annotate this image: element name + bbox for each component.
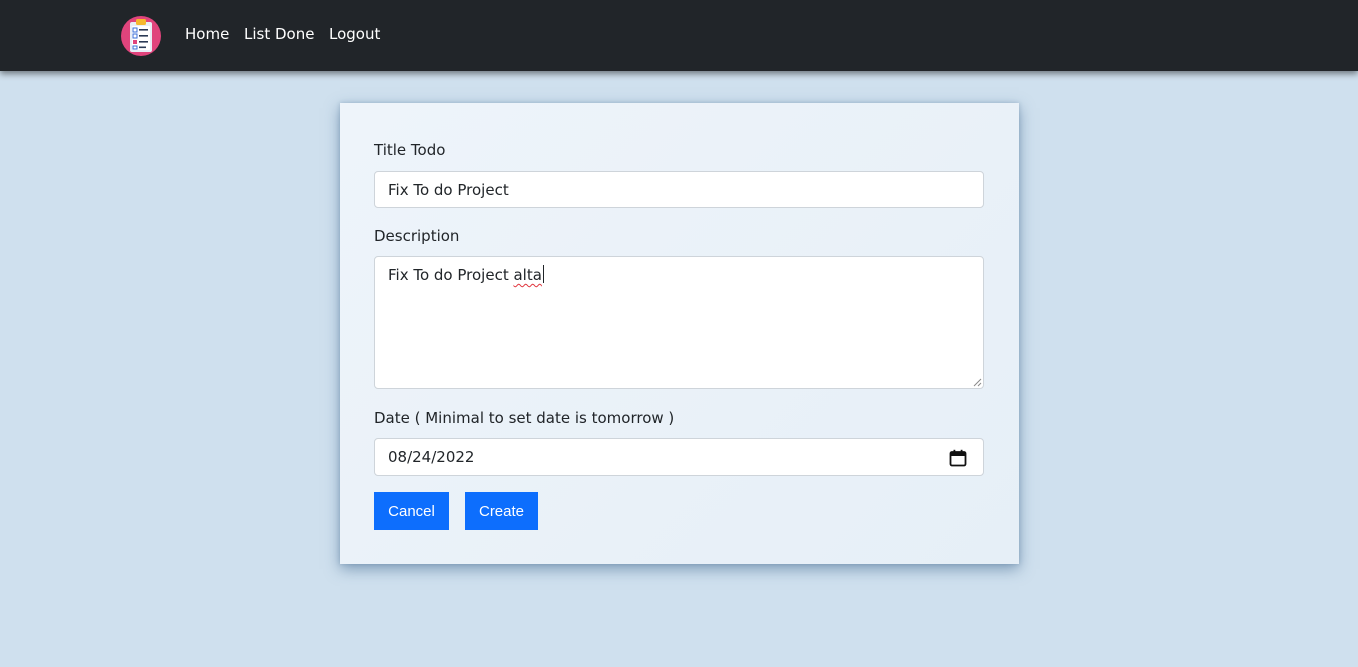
calendar-icon[interactable] xyxy=(949,449,967,467)
nav-link-list-done[interactable]: List Done xyxy=(244,24,314,44)
clipboard-icon xyxy=(130,19,152,52)
title-label: Title Todo xyxy=(374,141,446,159)
todo-form-card: Title Todo Fix To do Project Description… xyxy=(340,103,1019,564)
text-caret xyxy=(542,265,544,283)
date-label: Date ( Minimal to set date is tomorrow ) xyxy=(374,409,675,427)
date-input[interactable]: 08/24/2022 xyxy=(374,438,984,476)
date-input-value: 08/24/2022 xyxy=(388,448,475,466)
create-button[interactable]: Create xyxy=(465,492,538,530)
misspelled-word: alta xyxy=(513,266,542,284)
description-text: Fix To do Project xyxy=(388,266,514,284)
description-textarea-value: Fix To do Project alta xyxy=(388,265,544,285)
top-navbar: Home List Done Logout xyxy=(0,0,1358,71)
title-input-value: Fix To do Project xyxy=(388,181,509,199)
description-label: Description xyxy=(374,227,460,245)
app-logo[interactable] xyxy=(121,16,161,56)
nav-link-logout[interactable]: Logout xyxy=(329,24,380,44)
resize-handle-icon[interactable] xyxy=(973,378,982,387)
cancel-button[interactable]: Cancel xyxy=(374,492,449,530)
title-input[interactable]: Fix To do Project xyxy=(374,171,984,208)
description-textarea[interactable]: Fix To do Project alta xyxy=(374,256,984,389)
nav-link-home[interactable]: Home xyxy=(185,24,229,44)
